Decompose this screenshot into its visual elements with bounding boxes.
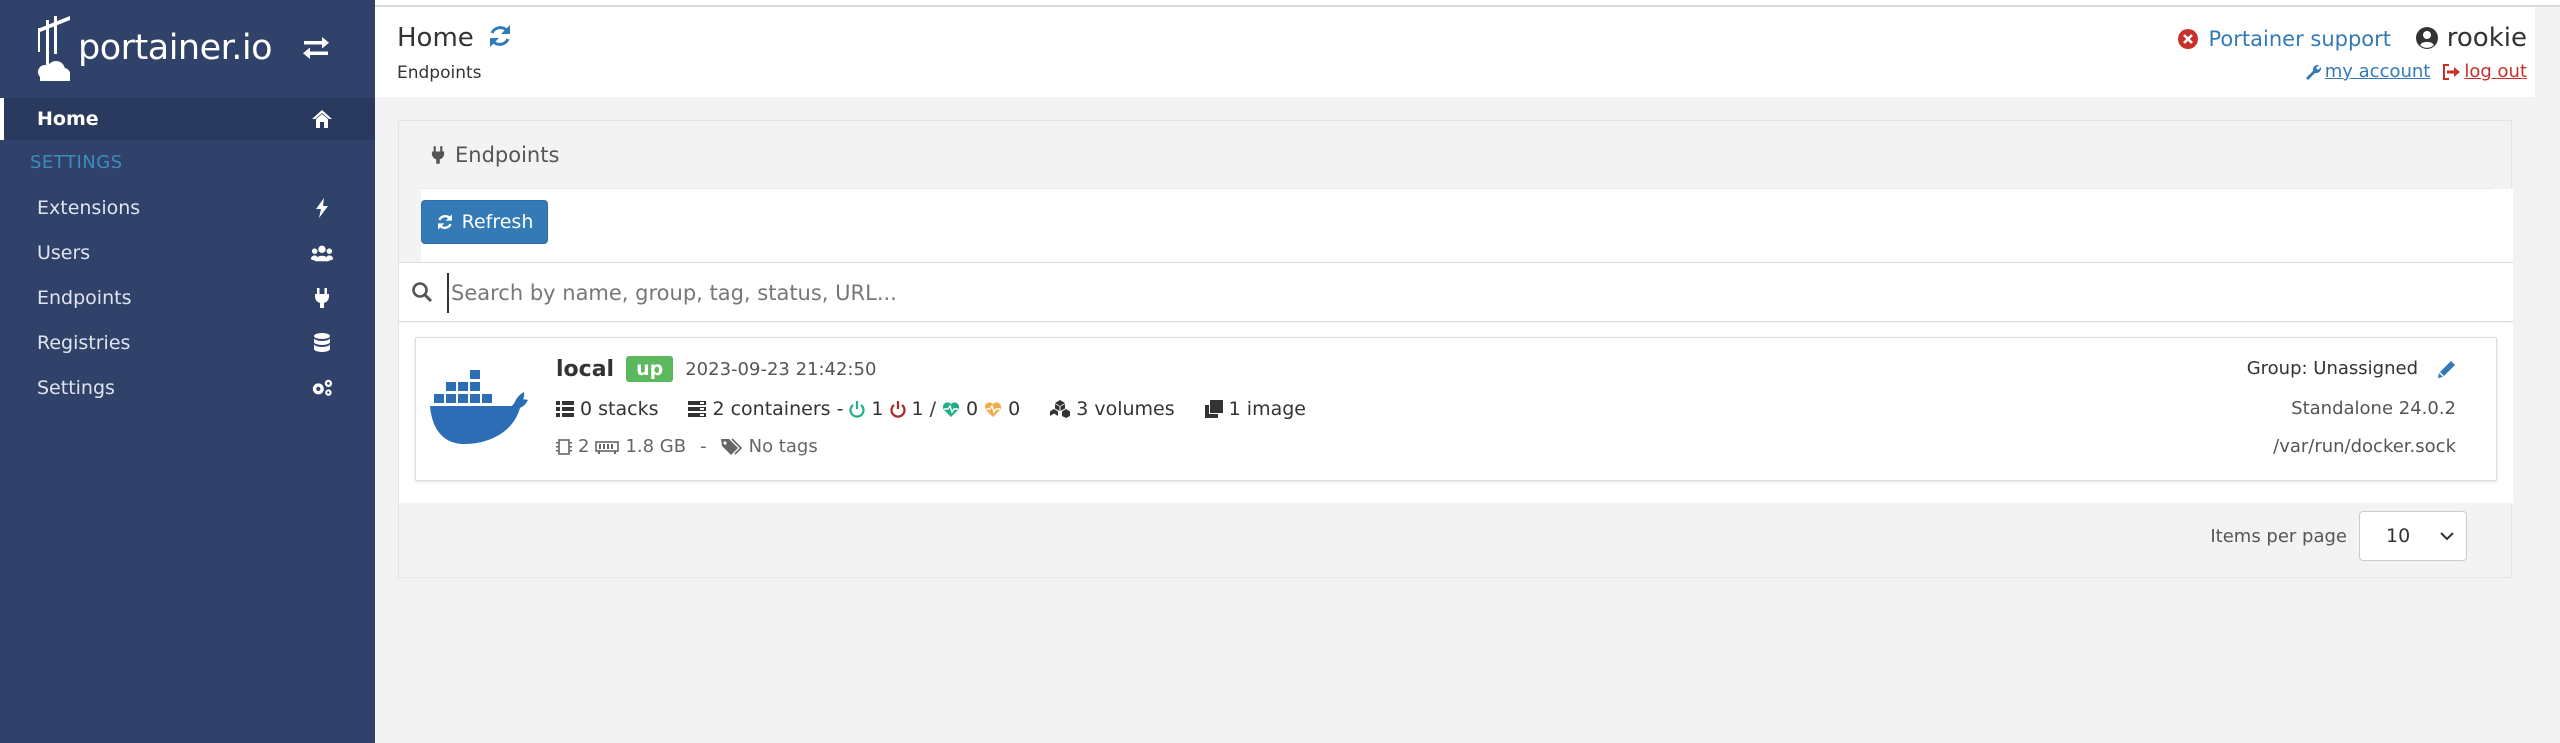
username: rookie — [2446, 23, 2527, 53]
server-icon — [688, 401, 707, 417]
sidebar: portainer.io Home SETTINGS Extensions Us… — [0, 0, 375, 743]
sidebar-item-label: Settings — [37, 377, 115, 399]
th-list-icon — [556, 401, 574, 417]
cpu-count: 2 — [578, 436, 590, 457]
chevron-down-icon — [2440, 532, 2454, 541]
pagination-controls: Items per page 10 — [2210, 511, 2467, 561]
containers-count: 2 containers - — [712, 398, 844, 420]
wrench-icon — [2305, 64, 2321, 80]
refresh-label: Refresh — [461, 211, 534, 233]
power-off-icon — [889, 401, 906, 418]
search-bar — [399, 262, 2513, 322]
sidebar-item-registries[interactable]: Registries — [0, 323, 375, 363]
healthy-count: 0 — [966, 398, 979, 420]
endpoint-name: local — [556, 356, 615, 382]
endpoint-item[interactable]: local up 2023-09-23 21:42:50 0 stacks 2 … — [415, 337, 2497, 481]
users-icon — [311, 242, 333, 264]
plug-icon — [431, 145, 445, 164]
endpoint-list: local up 2023-09-23 21:42:50 0 stacks 2 … — [399, 323, 2513, 503]
endpoint-stats-row: 0 stacks 2 containers - 1 1 / 0 0 3 volu… — [556, 398, 1306, 420]
sidebar-item-users[interactable]: Users — [0, 233, 375, 273]
volumes-count: 3 volumes — [1076, 398, 1175, 420]
sidebar-item-endpoints[interactable]: Endpoints — [0, 278, 375, 318]
running-count: 1 — [871, 398, 884, 420]
heartbeat-icon — [942, 402, 960, 417]
sidebar-item-home[interactable]: Home — [0, 98, 375, 140]
sidebar-item-label: Users — [37, 242, 91, 264]
database-icon — [311, 332, 333, 354]
stopped-count: 1 / — [911, 398, 937, 420]
memory-icon — [595, 440, 620, 454]
my-account-label: my account — [2324, 61, 2431, 82]
plug-icon — [311, 287, 333, 309]
search-icon — [412, 282, 433, 303]
sidebar-item-label: Extensions — [37, 197, 141, 219]
pencil-icon[interactable] — [2438, 360, 2456, 378]
sidebar-toggle-icon[interactable] — [302, 36, 330, 64]
heartbeat-warning-icon — [985, 402, 1002, 417]
sign-out-icon — [2443, 63, 2461, 80]
cogs-icon — [311, 377, 333, 399]
clone-icon — [1204, 400, 1223, 418]
sidebar-section-settings: SETTINGS — [30, 152, 123, 173]
search-input[interactable] — [447, 273, 2147, 313]
docker-logo-icon — [430, 370, 528, 444]
home-icon — [311, 108, 333, 130]
memory-size: 1.8 GB — [625, 436, 687, 457]
portainer-logo[interactable]: portainer.io — [34, 12, 273, 84]
tags-icon — [720, 437, 742, 455]
widget-toolbar: Refresh — [421, 189, 2513, 263]
status-badge: up — [626, 356, 674, 382]
logout-label: log out — [2464, 61, 2527, 82]
user-menu: rookie — [2415, 23, 2527, 53]
top-border — [0, 0, 2560, 7]
times-circle-icon — [2177, 29, 2198, 49]
endpoint-resources-row: 2 1.8 GB - No tags — [556, 436, 818, 457]
unhealthy-count: 0 — [1008, 398, 1021, 420]
cubes-icon — [1050, 400, 1071, 418]
endpoint-group: Group: Unassigned — [2246, 358, 2418, 379]
endpoint-version: Standalone 24.0.2 — [2291, 398, 2456, 419]
refresh-icon — [437, 214, 452, 230]
bolt-icon — [311, 197, 333, 219]
refresh-icon[interactable] — [487, 23, 513, 53]
items-per-page-label: Items per page — [2210, 525, 2347, 547]
stacks-count: 0 stacks — [580, 398, 659, 420]
endpoints-widget: Endpoints Refresh local up — [398, 120, 2513, 578]
widget-header: Endpoints — [421, 121, 2491, 189]
separator: - — [700, 436, 707, 457]
logout-link[interactable]: log out — [2442, 61, 2527, 82]
refresh-button[interactable]: Refresh — [421, 200, 548, 244]
sidebar-item-label: Endpoints — [37, 287, 132, 309]
images-count: 1 image — [1228, 398, 1306, 420]
endpoint-title-row: local up 2023-09-23 21:42:50 — [556, 356, 876, 382]
breadcrumb: Endpoints — [397, 63, 482, 83]
endpoint-url: /var/run/docker.sock — [2273, 436, 2456, 457]
user-circle-icon — [2415, 27, 2438, 49]
tags-value: No tags — [748, 436, 818, 457]
items-per-page-select[interactable]: 10 — [2359, 511, 2467, 561]
cpu-icon — [556, 438, 572, 455]
power-on-icon — [849, 401, 866, 418]
sidebar-item-settings[interactable]: Settings — [0, 368, 375, 408]
widget-title: Endpoints — [455, 142, 560, 167]
sidebar-item-extensions[interactable]: Extensions — [0, 188, 375, 228]
page-title: Home — [397, 23, 474, 53]
sidebar-item-label: Registries — [37, 332, 131, 354]
brand-name: portainer.io — [78, 28, 273, 68]
endpoint-timestamp: 2023-09-23 21:42:50 — [685, 358, 877, 380]
endpoint-group-row: Group: Unassigned — [2247, 358, 2456, 379]
support-label: Portainer support — [2208, 27, 2392, 51]
page-header: Home Endpoints Portainer support rookie … — [375, 7, 2535, 97]
account-links: my account log out — [2305, 61, 2527, 82]
my-account-link[interactable]: my account — [2305, 61, 2431, 82]
items-per-page-value: 10 — [2386, 525, 2411, 547]
portainer-crane-icon — [38, 16, 70, 81]
support-link[interactable]: Portainer support — [2177, 27, 2392, 51]
sidebar-item-label: Home — [37, 108, 99, 130]
